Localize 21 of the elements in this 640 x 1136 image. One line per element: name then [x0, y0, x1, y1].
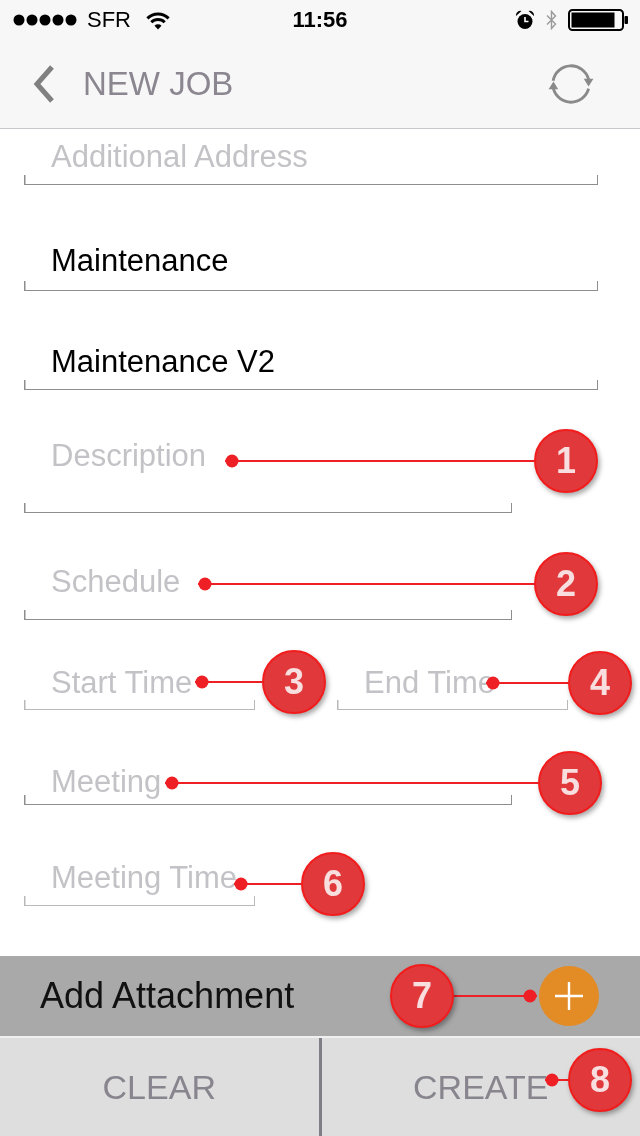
- add-icon[interactable]: [539, 966, 599, 1026]
- refresh-icon[interactable]: [546, 61, 596, 107]
- number-marker: 5: [538, 751, 602, 815]
- page-title: NEW JOB: [83, 65, 234, 103]
- alarm-clock-icon: [515, 10, 535, 30]
- wifi-icon: [145, 10, 171, 30]
- carrier-name: SFR: [87, 7, 131, 33]
- leader-line: [234, 877, 301, 891]
- signal-strength-icon: [13, 14, 77, 26]
- clock-time: 11:56: [292, 7, 348, 33]
- number-marker: 3: [262, 650, 326, 714]
- attachment-label: Add Attachment: [40, 975, 295, 1017]
- leader-line: [545, 1073, 568, 1087]
- number-marker: 6: [301, 852, 365, 916]
- back-chevron-icon[interactable]: [32, 64, 56, 104]
- bluetooth-icon: [546, 10, 557, 30]
- number-marker: 2: [534, 552, 598, 616]
- leader-line: [195, 675, 262, 689]
- battery-icon: [568, 9, 629, 31]
- number-marker: 1: [534, 429, 598, 493]
- number-marker: 4: [568, 651, 632, 715]
